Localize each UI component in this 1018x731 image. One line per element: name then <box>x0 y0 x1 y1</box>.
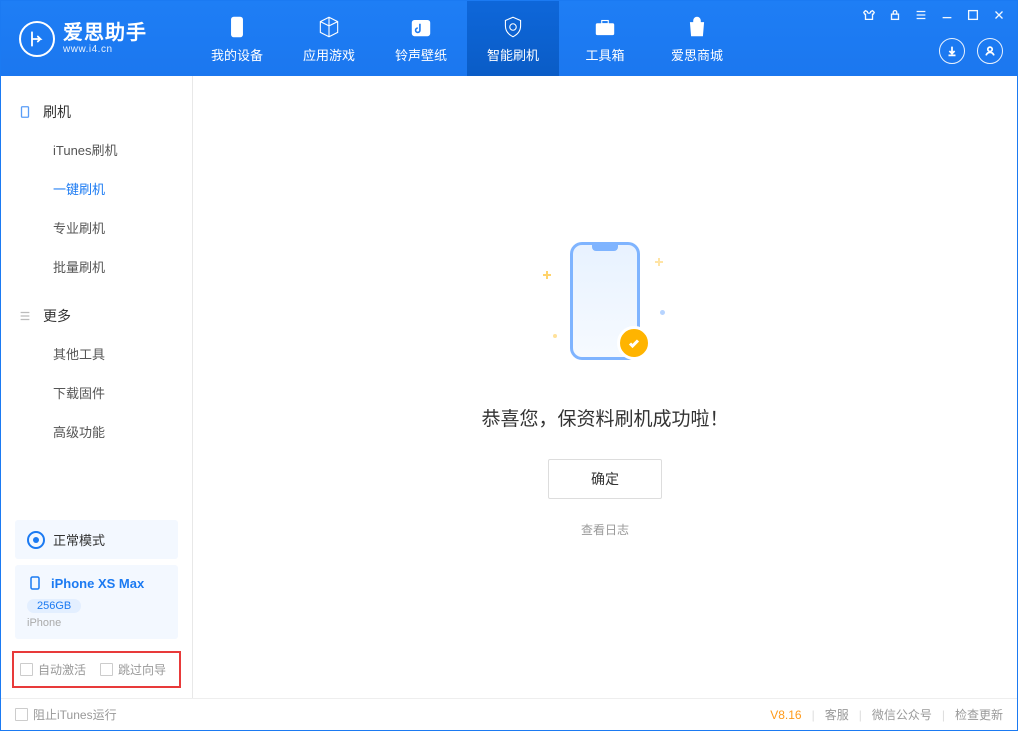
music-folder-icon <box>407 13 435 41</box>
device-icon <box>223 13 251 41</box>
statusbar: 阻止iTunes运行 V8.16 | 客服 | 微信公众号 | 检查更新 <box>1 698 1017 730</box>
check-update-link[interactable]: 检查更新 <box>955 706 1003 723</box>
group-label: 刷机 <box>43 102 71 122</box>
mode-dot-icon <box>27 531 45 549</box>
toolbox-icon <box>591 13 619 41</box>
device-name: iPhone XS Max <box>51 576 144 591</box>
nav-store[interactable]: 爱思商城 <box>651 1 743 76</box>
menu-icon[interactable] <box>913 7 929 23</box>
sidebar: 刷机 iTunes刷机 一键刷机 专业刷机 批量刷机 更多 其他工具 下载固件 … <box>1 76 193 698</box>
nav-label: 智能刷机 <box>487 45 539 64</box>
success-illustration <box>535 236 675 376</box>
checkbox-icon <box>15 708 28 721</box>
window-controls-bottom <box>939 38 1003 64</box>
bottom-options-highlight: 自动激活 跳过向导 <box>12 651 181 688</box>
minimize-icon[interactable] <box>939 7 955 23</box>
sidebar-item-advanced[interactable]: 高级功能 <box>1 412 192 451</box>
ok-button[interactable]: 确定 <box>548 459 662 499</box>
device-type: iPhone <box>27 617 166 629</box>
list-icon <box>17 308 33 324</box>
nav-label: 工具箱 <box>585 45 624 64</box>
version-label: V8.16 <box>770 708 801 722</box>
dot-icon <box>660 310 665 315</box>
checkbox-auto-activate[interactable]: 自动激活 <box>20 661 86 678</box>
sidebar-item-itunes-flash[interactable]: iTunes刷机 <box>1 130 192 169</box>
app-title: 爱思助手 <box>63 22 147 44</box>
maximize-icon[interactable] <box>965 7 981 23</box>
checkbox-label: 跳过向导 <box>118 661 166 678</box>
sidebar-item-onekey-flash[interactable]: 一键刷机 <box>1 169 192 208</box>
device-box[interactable]: iPhone XS Max 256GB iPhone <box>15 565 178 639</box>
divider: | <box>812 708 815 722</box>
nav-my-device[interactable]: 我的设备 <box>191 1 283 76</box>
titlebar: 爱思助手 www.i4.cn 我的设备 应用游戏 铃声壁纸 智能刷机 <box>1 1 1017 76</box>
divider: | <box>859 708 862 722</box>
check-badge-icon <box>617 326 651 360</box>
main-content: 恭喜您，保资料刷机成功啦！ 确定 查看日志 <box>193 76 1017 698</box>
success-headline: 恭喜您，保资料刷机成功啦！ <box>481 404 728 431</box>
app-logo-area: 爱思助手 www.i4.cn <box>1 1 191 76</box>
divider: | <box>942 708 945 722</box>
nav-label: 铃声壁纸 <box>395 45 447 64</box>
nav-ringtone-wallpaper[interactable]: 铃声壁纸 <box>375 1 467 76</box>
phone-icon <box>17 104 33 120</box>
device-icon <box>27 575 43 591</box>
cube-icon <box>315 13 343 41</box>
sidebar-item-download-firmware[interactable]: 下载固件 <box>1 373 192 412</box>
mode-label: 正常模式 <box>53 530 105 549</box>
wechat-link[interactable]: 微信公众号 <box>872 706 932 723</box>
sidebar-group-more: 更多 <box>1 298 192 334</box>
device-storage: 256GB <box>27 599 81 613</box>
app-subtitle: www.i4.cn <box>63 44 147 55</box>
view-log-link[interactable]: 查看日志 <box>581 521 629 538</box>
nav-toolbox[interactable]: 工具箱 <box>559 1 651 76</box>
top-nav: 我的设备 应用游戏 铃声壁纸 智能刷机 工具箱 爱思商城 <box>191 1 743 76</box>
bag-icon <box>683 13 711 41</box>
mode-box[interactable]: 正常模式 <box>15 520 178 559</box>
sidebar-item-batch-flash[interactable]: 批量刷机 <box>1 247 192 286</box>
tshirt-icon[interactable] <box>861 7 877 23</box>
lock-icon[interactable] <box>887 7 903 23</box>
nav-smart-flash[interactable]: 智能刷机 <box>467 1 559 76</box>
download-button[interactable] <box>939 38 965 64</box>
app-logo-icon <box>19 21 55 57</box>
nav-apps-games[interactable]: 应用游戏 <box>283 1 375 76</box>
sparkle-icon <box>543 271 551 279</box>
shield-sync-icon <box>499 13 527 41</box>
user-button[interactable] <box>977 38 1003 64</box>
nav-label: 应用游戏 <box>303 45 355 64</box>
close-icon[interactable] <box>991 7 1007 23</box>
checkbox-label: 自动激活 <box>38 661 86 678</box>
group-label: 更多 <box>43 306 71 326</box>
checkbox-icon <box>20 663 33 676</box>
sidebar-item-pro-flash[interactable]: 专业刷机 <box>1 208 192 247</box>
dot-icon <box>553 334 557 338</box>
checkbox-block-itunes[interactable]: 阻止iTunes运行 <box>15 706 117 723</box>
nav-label: 爱思商城 <box>671 45 723 64</box>
sparkle-icon <box>655 258 663 266</box>
sidebar-item-other-tools[interactable]: 其他工具 <box>1 334 192 373</box>
checkbox-label: 阻止iTunes运行 <box>33 706 117 723</box>
nav-label: 我的设备 <box>211 45 263 64</box>
checkbox-skip-guide[interactable]: 跳过向导 <box>100 661 166 678</box>
checkbox-icon <box>100 663 113 676</box>
support-link[interactable]: 客服 <box>825 706 849 723</box>
sidebar-group-flash: 刷机 <box>1 94 192 130</box>
window-controls-top <box>861 7 1007 23</box>
